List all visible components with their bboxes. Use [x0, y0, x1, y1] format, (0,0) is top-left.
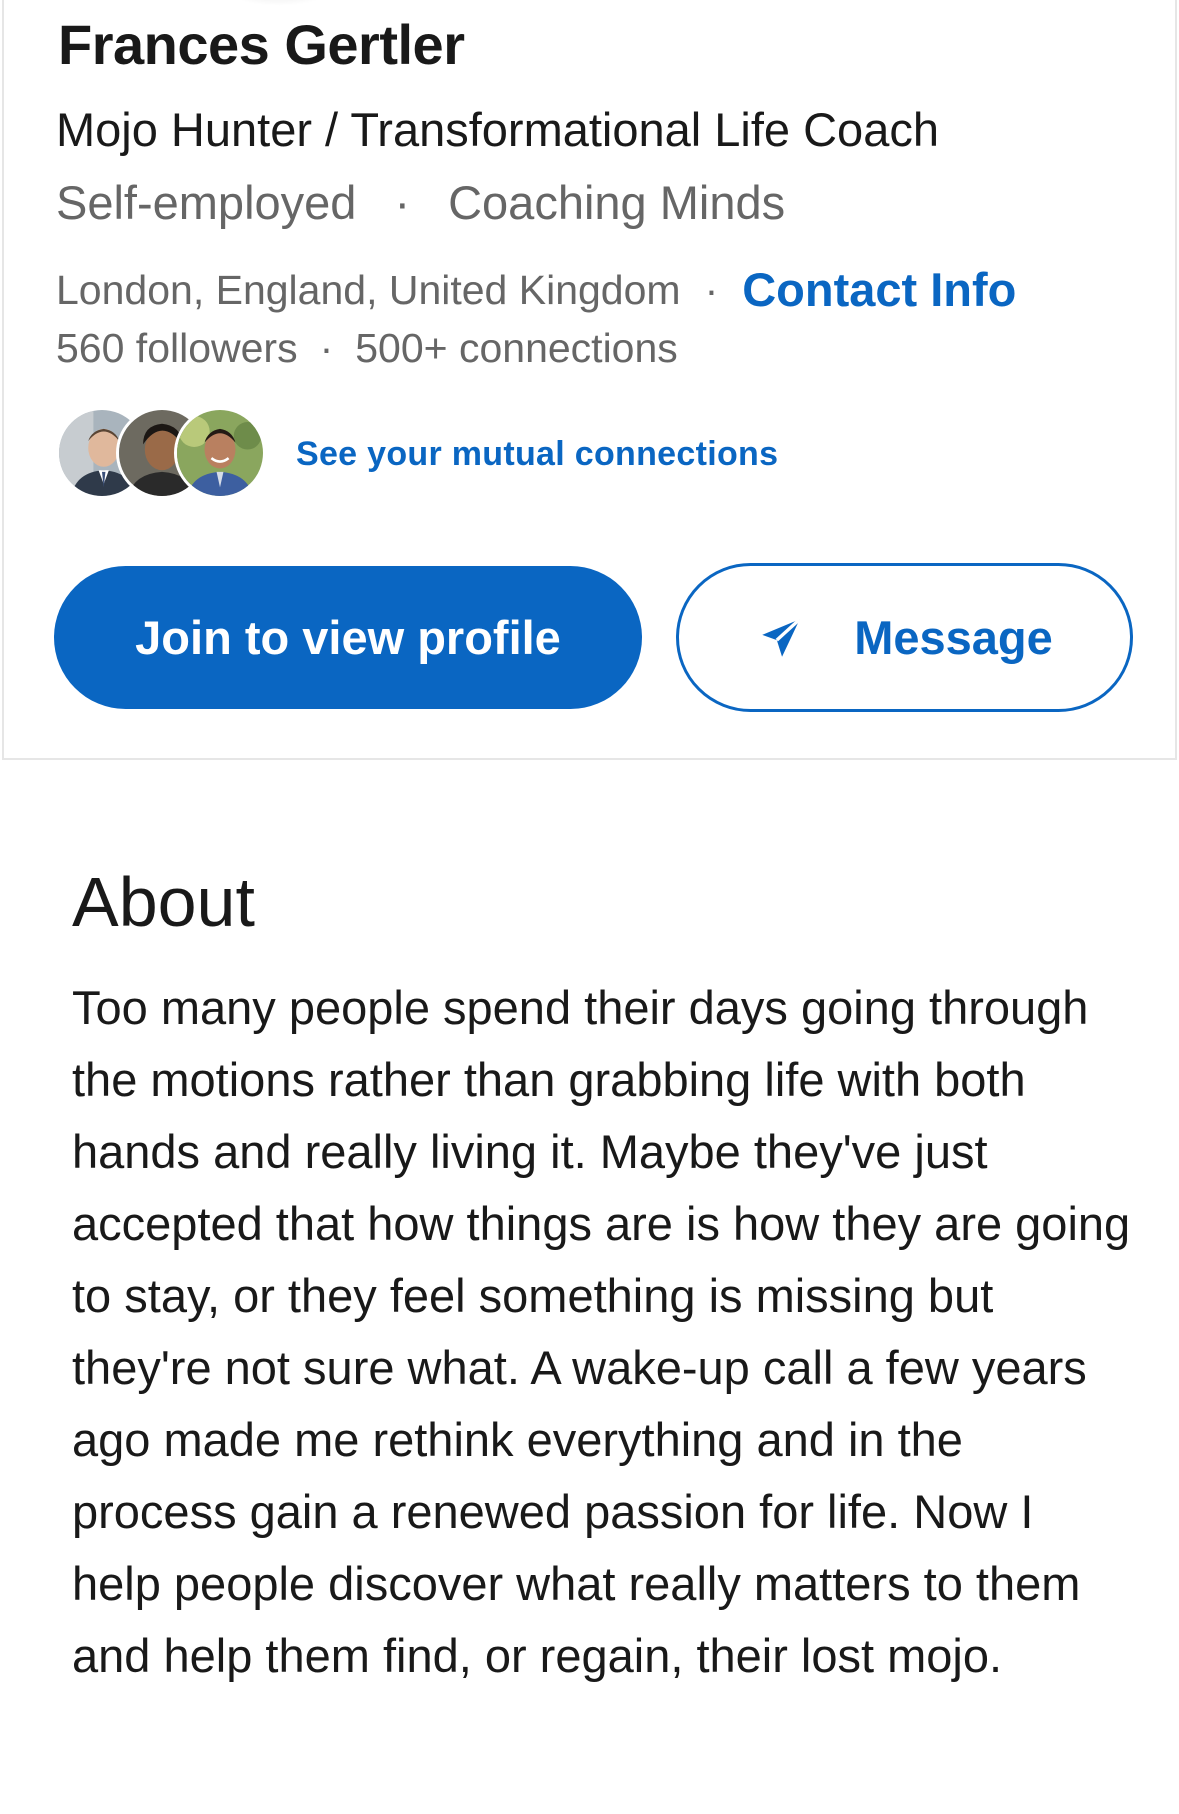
join-button-label: Join to view profile: [135, 611, 561, 664]
mutual-connections-link[interactable]: See your mutual connections: [296, 435, 778, 474]
about-text: Too many people spend their days going t…: [72, 981, 1131, 1682]
contact-info-link[interactable]: Contact Info: [742, 263, 1016, 316]
join-to-view-profile-button[interactable]: Join to view profile: [54, 566, 642, 709]
mutual-connections-row[interactable]: See your mutual connections: [56, 405, 956, 499]
message-button[interactable]: Message: [676, 563, 1133, 712]
connections-count: 500+ connections: [355, 325, 678, 371]
profile-photo-edge: [224, 0, 334, 6]
company-name[interactable]: Coaching Minds: [448, 176, 785, 229]
location-line: London, England, United Kingdom · Contact …: [56, 260, 1016, 316]
message-button-label: Message: [854, 611, 1053, 664]
separator-dot: ·: [704, 267, 719, 313]
followers-count: 560 followers: [56, 325, 298, 371]
profile-top-card: Frances Gertler Mojo Hunter / Transforma…: [2, 0, 1177, 760]
mutual-avatar-3: [174, 407, 266, 499]
network-stats: 560 followers · 500+ connections: [56, 325, 678, 372]
profile-headline: Mojo Hunter / Transformational Life Coac…: [56, 103, 939, 156]
employment-type: Self-employed: [56, 176, 357, 229]
separator-dot: ·: [319, 325, 334, 371]
profile-name: Frances Gertler: [58, 13, 465, 76]
employment-line: Self-employed · Coaching Minds: [56, 175, 785, 230]
location-text: London, England, United Kingdom: [56, 267, 681, 313]
separator-dot: ·: [394, 176, 411, 229]
about-heading: About: [72, 863, 255, 941]
send-icon: [756, 613, 806, 663]
